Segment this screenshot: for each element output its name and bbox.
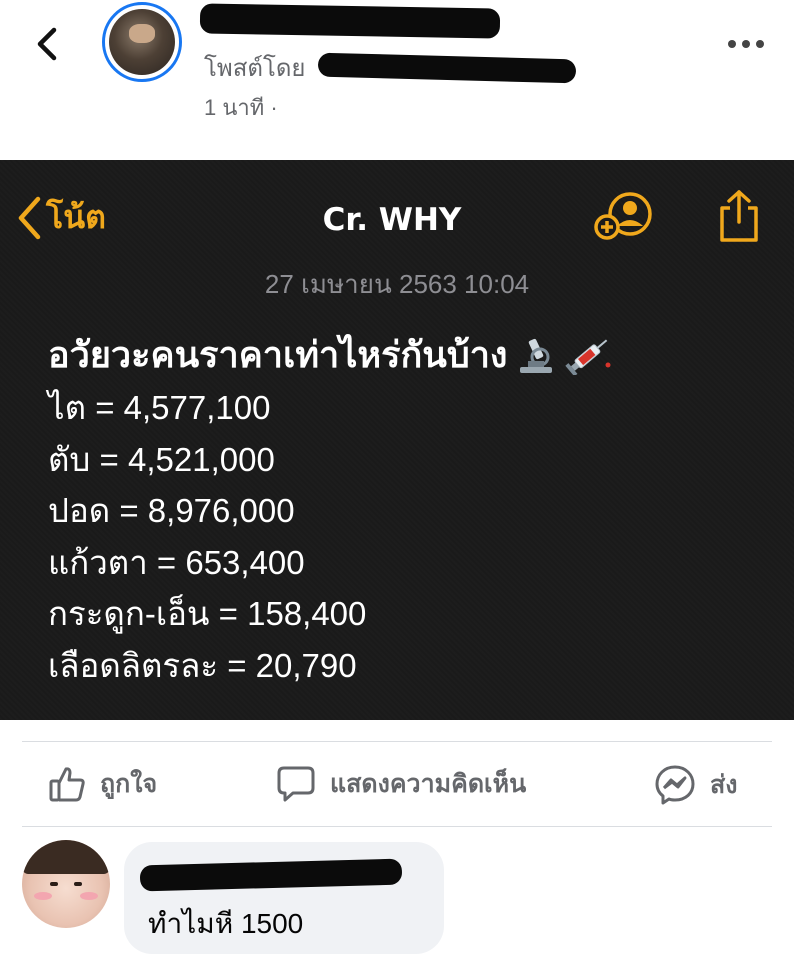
- messenger-icon: [655, 765, 695, 805]
- avatar-cheek: [80, 892, 98, 900]
- note-line: กระดูก-เอ็น = 158,400: [48, 595, 367, 632]
- note-line: ปอด = 8,976,000: [48, 492, 295, 529]
- send-button[interactable]: ส่ง: [654, 764, 737, 806]
- note-body: ไต = 4,577,100 ตับ = 4,521,000 ปอด = 8,9…: [48, 382, 366, 691]
- comment-button[interactable]: แสดงความคิดเห็น: [276, 764, 526, 804]
- redacted-poster-name: [317, 52, 577, 84]
- post-time: 1 นาที ·: [204, 95, 278, 120]
- note-heading-text: อวัยวะคนราคาเท่าไหร่กันบ้าง: [48, 334, 508, 375]
- syringe-icon: [564, 338, 610, 375]
- note-line: ไต = 4,577,100: [48, 389, 271, 426]
- author-avatar-photo: [109, 9, 175, 75]
- back-arrow-icon[interactable]: [28, 22, 68, 66]
- add-person-icon[interactable]: [594, 192, 656, 242]
- avatar-cheek: [34, 892, 52, 900]
- redacted-author-name: [199, 3, 501, 39]
- note-title: Cr. WHY: [322, 202, 462, 238]
- author-avatar[interactable]: [102, 2, 182, 82]
- share-upload-icon[interactable]: [716, 188, 762, 244]
- posted-by-label: โพสต์โดย: [204, 55, 306, 82]
- like-label: ถูกใจ: [100, 770, 158, 798]
- microscope-icon: [519, 338, 552, 373]
- chevron-left-icon: [18, 196, 41, 239]
- note-line: ตับ = 4,521,000: [48, 440, 275, 478]
- divider-bottom: [22, 826, 772, 827]
- note-heading: อวัยวะคนราคาเท่าไหร่กันบ้าง: [48, 326, 614, 383]
- divider-top: [22, 741, 772, 742]
- thumbs-up-icon: [49, 767, 85, 802]
- commenter-avatar[interactable]: [22, 840, 110, 928]
- note-line: แก้วตา = 653,400: [48, 543, 305, 581]
- like-button[interactable]: ถูกใจ: [48, 764, 157, 804]
- note-line: เลือดลิตรละ = 20,790: [48, 646, 357, 684]
- avatar-eye: [74, 882, 82, 886]
- comment-label: แสดงความคิดเห็น: [330, 770, 527, 798]
- avatar-hair: [22, 840, 110, 874]
- send-label: ส่ง: [710, 771, 738, 799]
- avatar-eye: [50, 882, 58, 886]
- speech-bubble-icon: [277, 766, 315, 802]
- note-back-label: โน้ต: [46, 199, 106, 235]
- post-header: โพสต์โดย 1 นาที ·: [0, 0, 794, 160]
- note-date: 27 เมษายน 2563 10:04: [264, 269, 530, 299]
- more-options-icon[interactable]: [724, 30, 768, 58]
- comment-text: ทำไมหี 1500: [148, 908, 304, 939]
- note-back-button[interactable]: โน้ต: [16, 192, 106, 243]
- note-screenshot: โน้ต Cr. WHY 27 เมษายน 2563 10:04 อวัยวะ…: [0, 160, 794, 720]
